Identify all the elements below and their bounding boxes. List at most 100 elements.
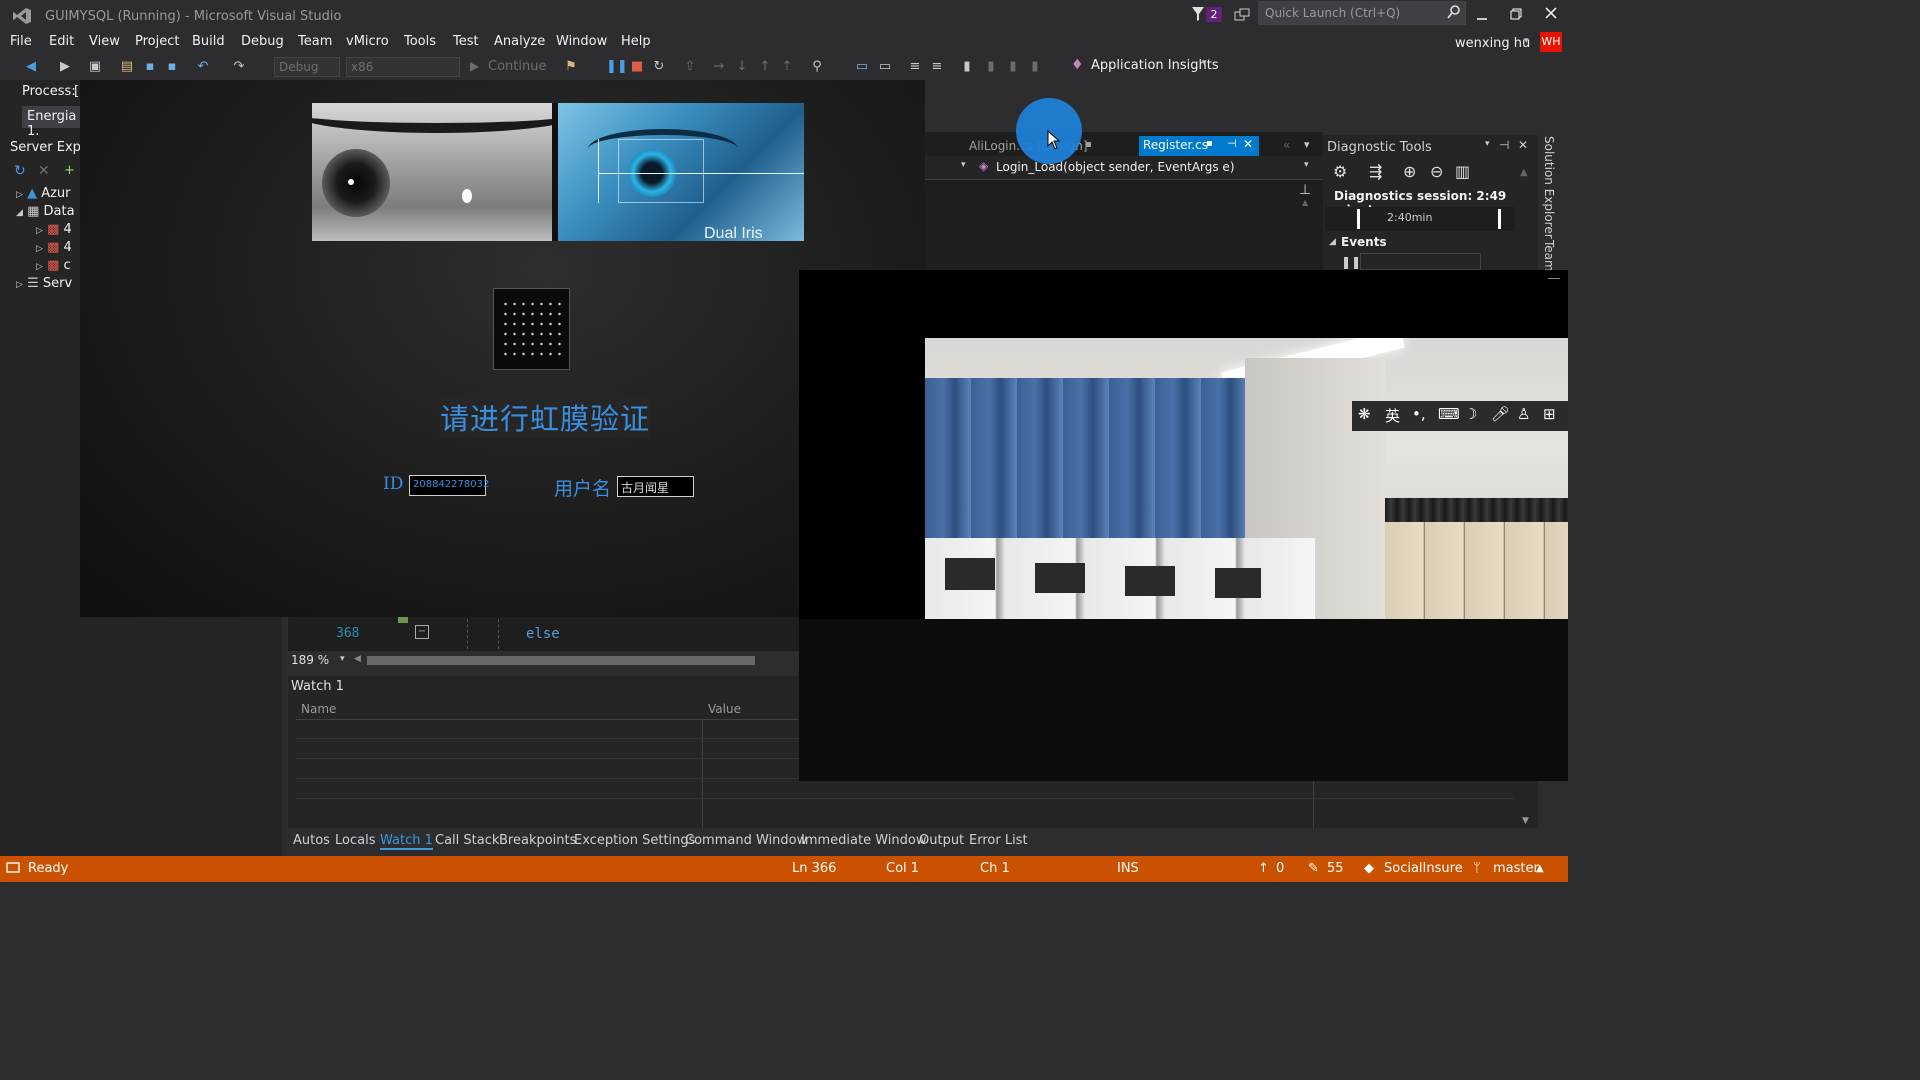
app-insights-chevron-icon[interactable]: ▾: [1202, 58, 1207, 68]
tab-register-cs[interactable]: Register.cs ▪ ⊣ ✕: [1139, 136, 1259, 156]
status-col[interactable]: Col 1: [886, 861, 919, 876]
member-dropdown[interactable]: Login_Load(object sender, EventArgs e): [996, 160, 1235, 174]
menu-project[interactable]: Project: [135, 34, 179, 49]
unpushed-commits-arrow-icon[interactable]: ↑: [1258, 861, 1269, 876]
energia-tab[interactable]: Energia 1.: [22, 106, 82, 139]
outdent-icon[interactable]: ≡: [928, 58, 946, 76]
panel-menu-icon[interactable]: ▾: [1485, 139, 1490, 149]
branch-name[interactable]: master: [1493, 861, 1539, 876]
tab-call-stack[interactable]: Call Stack: [435, 833, 499, 848]
notification-flag-icon[interactable]: [1191, 6, 1205, 26]
status-line[interactable]: Ln 366: [792, 861, 836, 876]
collapse-chevron-icon[interactable]: ◢: [16, 208, 23, 218]
minimize-button[interactable]: [1476, 8, 1488, 22]
navigate-forward-icon[interactable]: ▶: [56, 58, 74, 76]
zoom-chevron-icon[interactable]: ▾: [340, 654, 345, 664]
save-all-icon[interactable]: ▪: [163, 58, 181, 76]
zoom-in-icon[interactable]: ⊕: [1403, 162, 1416, 181]
menu-vmicro[interactable]: vMicro: [346, 34, 389, 49]
horizontal-scrollbar-thumb[interactable]: [367, 656, 755, 665]
team-explorer-tab[interactable]: Team: [1542, 240, 1556, 272]
menu-tools[interactable]: Tools: [404, 34, 436, 49]
menu-help[interactable]: Help: [621, 34, 651, 49]
close-panel-icon[interactable]: ✕: [1518, 138, 1528, 152]
ime-voice-icon[interactable]: 🎤︎: [1491, 405, 1510, 423]
solution-platform-dropdown[interactable]: x86: [346, 57, 460, 77]
branch-chevron-up-icon[interactable]: ▲: [1536, 863, 1544, 874]
tree-item-db3[interactable]: ▷ ▩ c: [36, 258, 71, 273]
ime-keyboard-icon[interactable]: ⌨: [1438, 405, 1460, 423]
pin-tab-icon[interactable]: ⊣: [1227, 137, 1237, 150]
tree-item-servers[interactable]: ▷ ☰ Serv: [16, 276, 72, 291]
tab-output[interactable]: Output: [919, 833, 964, 848]
id-field[interactable]: 208842278032: [409, 475, 489, 496]
code-editor-visible-strip[interactable]: 368 − else: [288, 613, 799, 651]
member-dropdown-chevron-icon[interactable]: ▾: [1304, 160, 1309, 170]
expand-chevron-icon[interactable]: ▷: [36, 262, 43, 272]
process-icon[interactable]: ⚑: [562, 58, 580, 76]
repository-name[interactable]: SocialInsure: [1384, 861, 1463, 876]
menu-test[interactable]: Test: [453, 34, 479, 49]
type-dropdown-chevron-icon[interactable]: ▾: [961, 160, 966, 170]
split-editor-icon[interactable]: ⊥: [1299, 182, 1311, 198]
collapse-region-icon[interactable]: −: [415, 625, 429, 639]
column-header-name[interactable]: Name: [301, 702, 336, 716]
show-next-statement-icon[interactable]: ⇧: [681, 58, 699, 76]
column-header-value[interactable]: Value: [708, 702, 741, 716]
application-insights-icon[interactable]: ♦: [1071, 57, 1084, 73]
tab-locals[interactable]: Locals: [335, 833, 375, 848]
quick-launch[interactable]: Quick Launch (Ctrl+Q): [1258, 1, 1466, 25]
restart-icon[interactable]: ↻: [650, 58, 668, 76]
comment-icon[interactable]: ▭: [853, 58, 871, 76]
camera-preview-window[interactable]: ❋ 英 •, ⌨ ☽ 🎤︎ ♙ ⊞: [799, 270, 1568, 781]
status-ch[interactable]: Ch 1: [980, 861, 1010, 876]
menu-edit[interactable]: Edit: [49, 34, 74, 49]
ime-user-icon[interactable]: ♙: [1517, 405, 1530, 423]
ime-skin-icon[interactable]: ☽: [1464, 405, 1477, 423]
new-project-icon[interactable]: ▣: [86, 58, 104, 76]
uncomment-icon[interactable]: ▭: [876, 58, 894, 76]
close-tab-icon[interactable]: ✕: [1243, 137, 1253, 151]
prev-bookmark-icon[interactable]: ▮: [982, 58, 1000, 76]
search-icon[interactable]: [1447, 5, 1461, 23]
tab-list-dropdown-icon[interactable]: ▾: [1304, 138, 1310, 151]
tree-item-azure[interactable]: ▷ ▲ Azur: [16, 186, 71, 201]
tab-error-list[interactable]: Error List: [969, 833, 1028, 848]
expand-chevron-icon[interactable]: ▷: [36, 244, 43, 254]
tree-item-db1[interactable]: ▷ ▩ 4: [36, 222, 72, 237]
step-back-icon[interactable]: ⇡: [778, 58, 796, 76]
step-into-icon[interactable]: →: [710, 58, 728, 76]
expand-chevron-icon[interactable]: ▷: [16, 280, 23, 290]
session-timeline[interactable]: 2:40min: [1325, 207, 1515, 231]
diagnostics-scroll-up-icon[interactable]: ▲: [1520, 167, 1528, 178]
quick-launch-input[interactable]: Quick Launch (Ctrl+Q): [1265, 6, 1400, 20]
continue-icon[interactable]: ▶: [470, 59, 479, 73]
undo-icon[interactable]: ↶: [194, 58, 212, 76]
refresh-icon[interactable]: ↻: [14, 163, 26, 179]
timeline-end-handle[interactable]: [1498, 209, 1501, 229]
tab-exception-settings[interactable]: Exception Settings: [574, 833, 695, 848]
menu-window[interactable]: Window: [556, 34, 607, 49]
scroll-tabs-left-icon[interactable]: «: [1283, 138, 1290, 152]
ime-english-icon[interactable]: 英: [1385, 405, 1400, 426]
process-dropdown[interactable]: [: [74, 84, 79, 99]
menu-team[interactable]: Team: [298, 34, 332, 49]
repository-icon[interactable]: ◆: [1364, 861, 1374, 876]
pending-changes-pencil-icon[interactable]: ✎: [1308, 861, 1319, 876]
events-collapse-icon[interactable]: ◢: [1329, 237, 1336, 247]
pending-changes-count[interactable]: 55: [1327, 861, 1344, 876]
menu-build[interactable]: Build: [192, 34, 225, 49]
menu-view[interactable]: View: [89, 34, 120, 49]
status-insert-mode[interactable]: INS: [1117, 861, 1139, 876]
tree-item-db2[interactable]: ▷ ▩ 4: [36, 240, 72, 255]
tree-item-data-connections[interactable]: ◢ ▦ Data: [16, 204, 75, 219]
username-field[interactable]: 古月闻星: [617, 476, 694, 497]
hex-display-icon[interactable]: ⚲: [808, 58, 826, 76]
pin-panel-icon[interactable]: ⊣: [1499, 138, 1509, 152]
redo-icon[interactable]: ↷: [230, 58, 248, 76]
expand-chevron-icon[interactable]: ▷: [36, 226, 43, 236]
navigate-back-icon[interactable]: ◀: [22, 58, 40, 76]
pause-events-icon[interactable]: ❚❚: [1341, 255, 1361, 269]
notification-count-badge[interactable]: 2: [1206, 7, 1222, 22]
scroll-up-icon[interactable]: ▲: [1302, 198, 1308, 207]
